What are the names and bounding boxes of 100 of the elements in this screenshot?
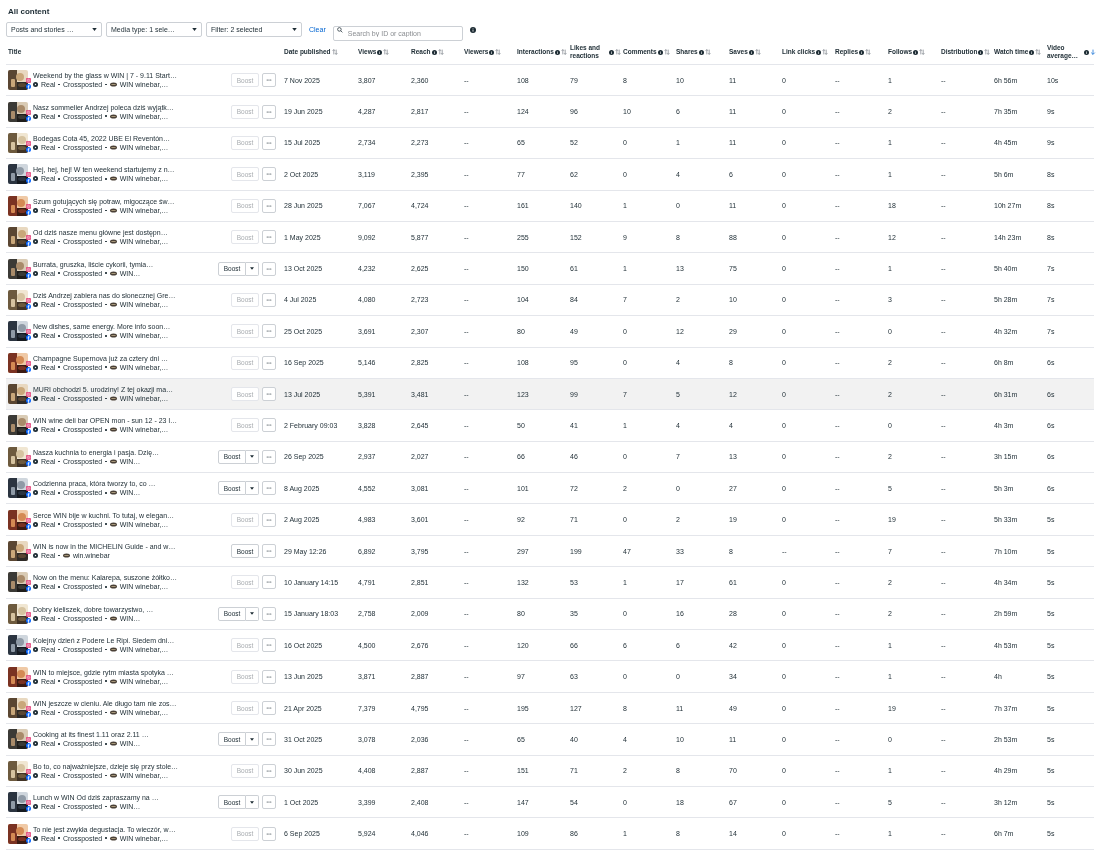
more-button[interactable] bbox=[262, 73, 276, 88]
reel-icon bbox=[33, 333, 38, 339]
account-avatar-icon bbox=[109, 396, 117, 402]
reel-icon bbox=[33, 741, 38, 747]
more-button[interactable] bbox=[262, 418, 276, 433]
account-avatar-icon bbox=[109, 239, 117, 245]
more-button[interactable] bbox=[262, 167, 276, 182]
reel-icon bbox=[33, 710, 38, 715]
more-button[interactable] bbox=[262, 638, 276, 653]
more-button[interactable] bbox=[262, 261, 276, 276]
more-button[interactable] bbox=[262, 763, 276, 778]
info-icon[interactable] bbox=[554, 49, 560, 55]
account-avatar-icon bbox=[109, 144, 117, 150]
reel-icon bbox=[33, 521, 38, 527]
caret-icon bbox=[250, 455, 254, 459]
more-button[interactable] bbox=[262, 606, 276, 621]
account-avatar-icon bbox=[109, 804, 117, 810]
info-icon[interactable] bbox=[431, 49, 437, 55]
info-icon[interactable] bbox=[748, 49, 754, 55]
more-button[interactable] bbox=[262, 449, 276, 464]
instagram-icon bbox=[26, 831, 31, 837]
caret-icon bbox=[250, 486, 254, 490]
instagram-icon bbox=[26, 454, 31, 460]
info-icon[interactable] bbox=[859, 49, 865, 55]
more-button[interactable] bbox=[262, 732, 276, 747]
more-button[interactable] bbox=[262, 701, 276, 715]
boost-options-button[interactable] bbox=[246, 261, 259, 276]
account-avatar-icon bbox=[109, 364, 117, 370]
info-icon[interactable] bbox=[816, 49, 822, 55]
boost-options-button[interactable] bbox=[246, 795, 259, 810]
account-avatar-icon bbox=[109, 301, 117, 307]
reel-icon bbox=[33, 396, 38, 402]
info-icon[interactable] bbox=[978, 49, 984, 55]
info-icon[interactable] bbox=[657, 49, 663, 55]
reel-icon bbox=[33, 835, 38, 841]
account-avatar-icon bbox=[109, 710, 117, 715]
account-avatar-icon bbox=[109, 835, 117, 841]
caret-icon bbox=[92, 28, 97, 31]
boost-options-button[interactable] bbox=[246, 449, 259, 464]
info-icon[interactable] bbox=[469, 26, 476, 33]
account-avatar-icon bbox=[109, 113, 117, 119]
more-button[interactable] bbox=[262, 104, 276, 119]
info-icon[interactable] bbox=[489, 49, 495, 55]
boost-options-button[interactable] bbox=[246, 481, 259, 496]
search-icon bbox=[336, 26, 343, 33]
instagram-icon bbox=[26, 768, 31, 774]
info-icon[interactable] bbox=[1029, 49, 1035, 55]
reel-icon bbox=[33, 804, 38, 810]
account-avatar-icon bbox=[109, 82, 117, 88]
more-button[interactable] bbox=[262, 230, 276, 245]
reel-icon bbox=[33, 207, 38, 213]
instagram-icon bbox=[26, 172, 31, 178]
more-button[interactable] bbox=[262, 669, 276, 684]
caret-icon bbox=[250, 800, 254, 804]
account-avatar-icon bbox=[109, 678, 117, 684]
instagram-icon bbox=[26, 611, 31, 617]
instagram-icon bbox=[26, 737, 31, 743]
more-button[interactable] bbox=[262, 544, 276, 559]
instagram-icon bbox=[26, 580, 31, 586]
more-button[interactable] bbox=[262, 795, 276, 810]
more-button[interactable] bbox=[262, 355, 276, 370]
info-icon[interactable] bbox=[698, 49, 704, 55]
reel-icon bbox=[33, 239, 38, 245]
account-avatar-icon bbox=[109, 458, 117, 464]
info-icon[interactable] bbox=[913, 49, 919, 55]
boost-options-button[interactable] bbox=[246, 732, 259, 747]
account-avatar-icon bbox=[109, 741, 117, 747]
account-avatar-icon bbox=[109, 647, 117, 653]
info-icon[interactable] bbox=[377, 49, 383, 55]
instagram-icon bbox=[26, 549, 31, 555]
more-button[interactable] bbox=[262, 481, 276, 496]
reel-icon bbox=[33, 553, 38, 559]
account-avatar-icon bbox=[109, 176, 117, 182]
instagram-icon bbox=[26, 706, 31, 711]
more-button[interactable] bbox=[262, 135, 276, 150]
instagram-icon bbox=[26, 297, 31, 303]
more-button[interactable] bbox=[262, 512, 276, 527]
account-avatar-icon bbox=[109, 584, 117, 590]
sort-icon[interactable] bbox=[331, 49, 338, 55]
boost-options-button[interactable] bbox=[246, 606, 259, 621]
instagram-icon bbox=[26, 78, 31, 84]
instagram-icon bbox=[26, 329, 31, 335]
caret-icon bbox=[250, 267, 254, 271]
more-button[interactable] bbox=[262, 198, 276, 213]
more-button[interactable] bbox=[262, 826, 276, 841]
more-button[interactable] bbox=[262, 324, 276, 339]
account-avatar-icon bbox=[109, 521, 117, 527]
account-avatar-icon bbox=[109, 772, 117, 778]
reel-icon bbox=[33, 678, 38, 684]
info-icon[interactable] bbox=[609, 49, 614, 55]
account-avatar-icon bbox=[109, 427, 117, 433]
reel-icon bbox=[33, 270, 38, 276]
info-icon[interactable] bbox=[1084, 49, 1089, 55]
reel-icon bbox=[33, 584, 38, 590]
more-button[interactable] bbox=[262, 575, 276, 590]
more-button[interactable] bbox=[262, 387, 276, 402]
instagram-icon bbox=[26, 392, 31, 398]
more-button[interactable] bbox=[262, 292, 276, 307]
account-avatar-icon bbox=[109, 270, 117, 276]
instagram-icon bbox=[26, 486, 31, 492]
